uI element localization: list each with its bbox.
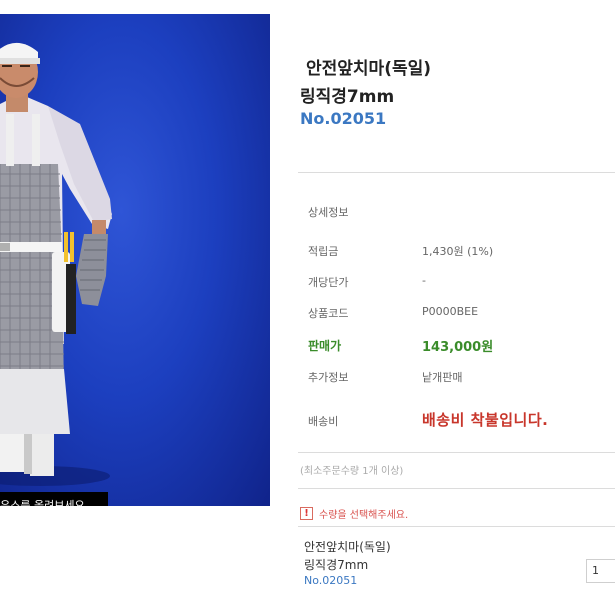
product-code-value: P0000BEE xyxy=(422,305,479,318)
product-photo xyxy=(0,43,112,486)
selected-item-code: No.02051 xyxy=(304,574,358,587)
min-order-note: (최소주문수량 1개 이상) xyxy=(300,466,404,477)
detail-section-label: 상세정보 xyxy=(308,206,349,219)
quantity-notice-text: 수량을 선택해주세요. xyxy=(319,510,409,521)
product-number: No.02051 xyxy=(300,109,387,128)
product-code-label: 상품코드 xyxy=(308,307,349,320)
extra-info-value: 낱개판매 xyxy=(422,371,463,384)
unit-price-value: - xyxy=(422,274,426,287)
zoom-tip: 마우스를 올려보세요. xyxy=(0,492,108,506)
product-subtitle: 링직경7mm xyxy=(300,87,395,107)
divider xyxy=(298,526,615,527)
shipping-value: 배송비 착불입니다. xyxy=(422,411,549,429)
zoom-tip-text: 마우스를 올려보세요. xyxy=(0,499,89,506)
product-detail-panel: 안전앞치마(독일) 링직경7mm No.02051 상세정보 적립금 1,430… xyxy=(298,0,615,615)
divider xyxy=(298,488,615,489)
selected-item-name: 안전앞치마(독일) xyxy=(304,540,391,554)
quantity-input[interactable]: 1 xyxy=(586,559,615,583)
sale-price-label: 판매가 xyxy=(308,339,342,353)
warning-icon: ! xyxy=(300,507,313,520)
sale-price-value: 143,000원 xyxy=(422,340,494,355)
unit-price-label: 개당단가 xyxy=(308,276,349,289)
points-label: 적립금 xyxy=(308,245,339,258)
extra-info-label: 추가정보 xyxy=(308,371,349,384)
divider xyxy=(298,452,615,453)
product-image[interactable]: 마우스를 올려보세요. xyxy=(0,14,270,506)
selected-item-option: 링직경7mm xyxy=(304,558,369,572)
quantity-notice: ! 수량을 선택해주세요. xyxy=(300,506,408,521)
product-title: 안전앞치마(독일) xyxy=(306,59,432,79)
points-value: 1,430원 (1%) xyxy=(422,245,494,258)
shipping-label: 배송비 xyxy=(308,415,339,428)
divider xyxy=(298,172,615,173)
